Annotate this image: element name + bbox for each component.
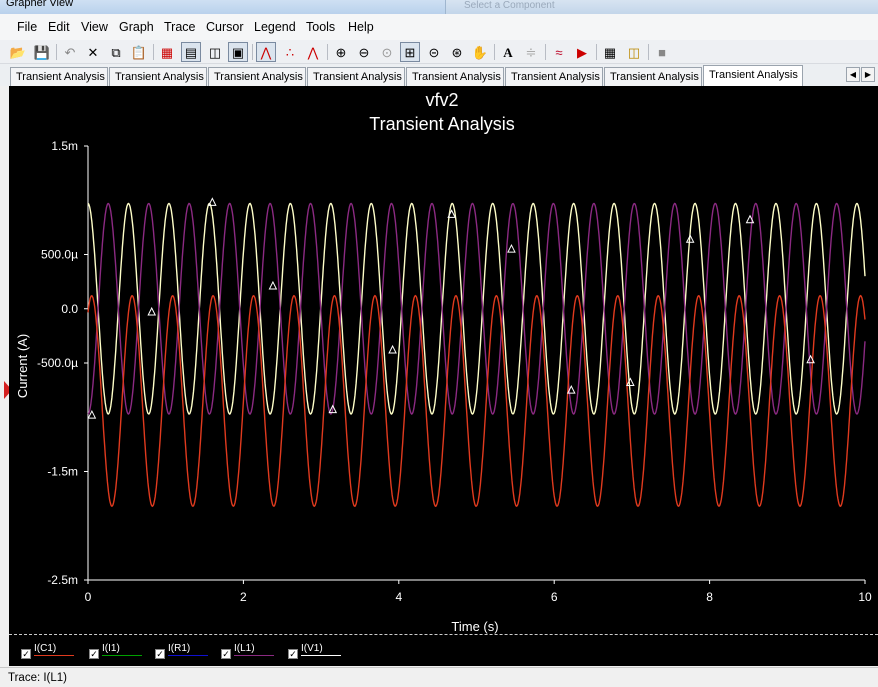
y-tick-label: -2.5m bbox=[47, 573, 78, 587]
tab-transient-analysis-4[interactable]: Transient Analysis bbox=[307, 67, 405, 86]
y-tick-label: 1.5m bbox=[51, 139, 78, 153]
y-tick-label: -500.0µ bbox=[37, 356, 78, 370]
chart-subtitle: Transient Analysis bbox=[369, 114, 514, 134]
overlay-icon[interactable]: ◫ bbox=[624, 42, 644, 62]
legend-swatch-v1 bbox=[301, 655, 341, 656]
tab-transient-analysis-1[interactable]: Transient Analysis bbox=[10, 67, 108, 86]
save-icon[interactable]: 💾 bbox=[32, 42, 52, 62]
stop-icon[interactable]: ■ bbox=[652, 42, 672, 62]
chart-legend: ✓ I(C1) ✓ I(I1) ✓ I(R1) ✓ I(L1) ✓ I(V1) bbox=[9, 634, 878, 666]
graph-area[interactable]: vfv2 Transient Analysis Current (A) Time… bbox=[9, 86, 878, 666]
transient-chart[interactable]: vfv2 Transient Analysis Current (A) Time… bbox=[9, 86, 878, 634]
series-ic1 bbox=[87, 294, 866, 508]
background-window-label: Select a Component bbox=[464, 0, 555, 11]
legend-checkbox-c1[interactable]: ✓ bbox=[21, 649, 31, 659]
export-icon[interactable]: ▶ bbox=[572, 42, 592, 62]
zoom-area-icon[interactable]: ⊞ bbox=[400, 42, 420, 62]
x-tick-label: 10 bbox=[858, 590, 872, 604]
line-dot-trace-icon[interactable]: ⋀ bbox=[303, 42, 323, 62]
zoom-x-icon[interactable]: ⊝ bbox=[424, 42, 444, 62]
menu-edit[interactable]: Edit bbox=[48, 20, 70, 34]
x-tick-label: 4 bbox=[395, 590, 402, 604]
background-window: Select a Component bbox=[445, 0, 878, 14]
chart-title: vfv2 bbox=[425, 90, 458, 110]
window-title: Grapher View bbox=[6, 0, 74, 9]
properties-icon[interactable]: ▦ bbox=[600, 42, 620, 62]
menu-graph[interactable]: Graph bbox=[119, 20, 154, 34]
legend-label-l1: I(L1) bbox=[234, 643, 255, 654]
grid-icon[interactable]: ▦ bbox=[157, 42, 177, 62]
tab-transient-analysis-6[interactable]: Transient Analysis bbox=[505, 67, 603, 86]
tab-transient-analysis-5[interactable]: Transient Analysis bbox=[406, 67, 504, 86]
menu-bar: File Edit View Graph Trace Cursor Legend… bbox=[0, 14, 878, 40]
x-tick-label: 8 bbox=[706, 590, 713, 604]
legend-checkbox-l1[interactable]: ✓ bbox=[221, 649, 231, 659]
analysis-tab-strip: Transient Analysis Transient Analysis Tr… bbox=[0, 64, 878, 86]
zoom-full-icon[interactable]: ⊙ bbox=[377, 42, 397, 62]
delete-icon[interactable]: ✕ bbox=[83, 42, 103, 62]
zoom-out-icon[interactable]: ⊖ bbox=[354, 42, 374, 62]
paste-icon[interactable]: 📋 bbox=[129, 42, 149, 62]
tab-transient-analysis-7[interactable]: Transient Analysis bbox=[604, 67, 702, 86]
legend-checkbox-r1[interactable]: ✓ bbox=[155, 649, 165, 659]
trace-marker bbox=[208, 197, 217, 206]
menu-legend[interactable]: Legend bbox=[254, 20, 296, 34]
data-table-icon[interactable]: ◫ bbox=[205, 42, 225, 62]
tab-scroll-left-icon[interactable]: ◀ bbox=[846, 67, 860, 82]
x-axis-label: Time (s) bbox=[451, 619, 498, 634]
tab-transient-analysis-2[interactable]: Transient Analysis bbox=[109, 67, 207, 86]
menu-tools[interactable]: Tools bbox=[306, 20, 335, 34]
legend-swatch-l1 bbox=[234, 655, 274, 656]
x-tick-label: 0 bbox=[85, 590, 92, 604]
text-icon[interactable]: A bbox=[498, 42, 518, 62]
menu-file[interactable]: File bbox=[17, 20, 37, 34]
trace-marker bbox=[268, 280, 278, 290]
legend-checkbox-v1[interactable]: ✓ bbox=[288, 649, 298, 659]
window-titlebar: Grapher View Select a Component bbox=[0, 0, 878, 14]
tab-transient-analysis-8[interactable]: Transient Analysis bbox=[703, 65, 803, 86]
chart-series bbox=[87, 202, 866, 508]
dot-trace-icon[interactable]: ∴ bbox=[280, 42, 300, 62]
tab-scroll-right-icon[interactable]: ▶ bbox=[861, 67, 875, 82]
status-text: Trace: I(L1) bbox=[8, 672, 68, 684]
cursor-icon[interactable]: ≈ bbox=[549, 42, 569, 62]
menu-help[interactable]: Help bbox=[348, 20, 374, 34]
zoom-in-icon[interactable]: ⊕ bbox=[331, 42, 351, 62]
y-tick-label: 0.0 bbox=[61, 302, 78, 316]
menu-trace[interactable]: Trace bbox=[164, 20, 196, 34]
legend-label-c1: I(C1) bbox=[34, 643, 57, 654]
open-icon[interactable]: 📂 bbox=[8, 42, 28, 62]
copy-icon[interactable]: ⧉ bbox=[106, 42, 126, 62]
legend-label-v1: I(V1) bbox=[301, 643, 323, 654]
menu-cursor[interactable]: Cursor bbox=[206, 20, 244, 34]
legend-label-r1: I(R1) bbox=[168, 643, 191, 654]
trace-marker bbox=[147, 306, 157, 316]
legend-swatch-r1 bbox=[168, 655, 208, 656]
legend-checkbox-i1[interactable]: ✓ bbox=[89, 649, 99, 659]
trace-marker bbox=[388, 344, 397, 354]
y-axis-label: Current (A) bbox=[15, 334, 30, 398]
trace-marker bbox=[626, 377, 635, 387]
x-tick-label: 2 bbox=[240, 590, 247, 604]
status-bar: Trace: I(L1) bbox=[0, 667, 878, 687]
x-tick-label: 6 bbox=[551, 590, 558, 604]
toolbar: 📂 💾 ↶ ✕ ⧉ 📋 ▦ ▤ ◫ ▣ ⋀ ∴ ⋀ ⊕ ⊖ ⊙ ⊞ ⊝ ⊛ ✋ … bbox=[0, 40, 878, 64]
legend-swatch-i1 bbox=[102, 655, 142, 656]
legend-swatch-c1 bbox=[34, 655, 74, 656]
zoom-y-icon[interactable]: ⊛ bbox=[447, 42, 467, 62]
pan-icon[interactable]: ✋ bbox=[470, 42, 490, 62]
trace-marker bbox=[507, 243, 516, 253]
label-icon[interactable]: ≑ bbox=[521, 42, 541, 62]
y-tick-label: -1.5m bbox=[47, 465, 78, 479]
y-tick-label: 500.0µ bbox=[41, 248, 78, 262]
line-trace-icon[interactable]: ⋀ bbox=[256, 42, 276, 62]
menu-view[interactable]: View bbox=[81, 20, 108, 34]
tab-transient-analysis-3[interactable]: Transient Analysis bbox=[208, 67, 306, 86]
undo-icon[interactable]: ↶ bbox=[60, 42, 80, 62]
legend-label-i1: I(I1) bbox=[102, 643, 120, 654]
legend-icon[interactable]: ▤ bbox=[181, 42, 201, 62]
reverse-colors-icon[interactable]: ▣ bbox=[228, 42, 248, 62]
